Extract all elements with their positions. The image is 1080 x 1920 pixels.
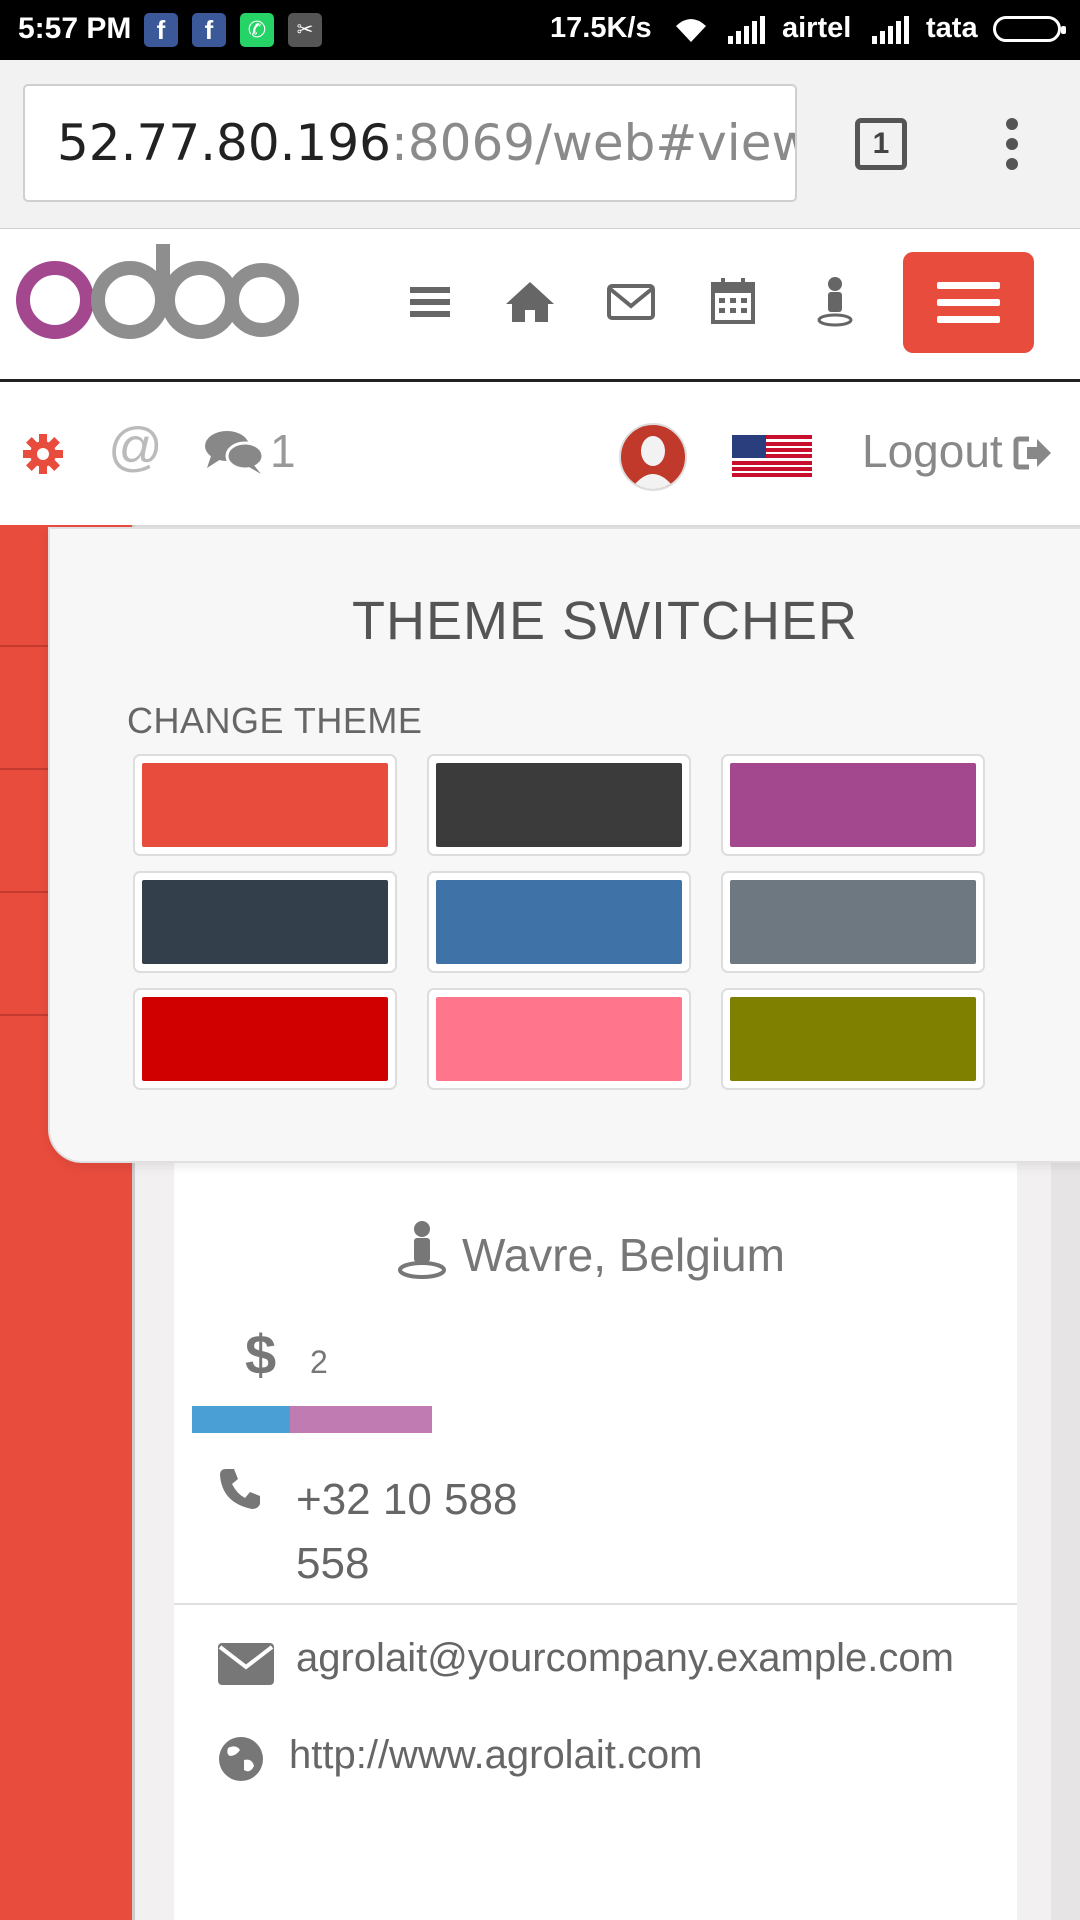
- theme-swatch[interactable]: [133, 871, 397, 973]
- dollar-icon: $: [245, 1323, 277, 1386]
- calendar-icon[interactable]: [703, 272, 763, 332]
- bars-icon[interactable]: [400, 272, 460, 332]
- theme-swatch[interactable]: [427, 754, 691, 856]
- gear-icon[interactable]: [22, 433, 64, 475]
- wifi-icon: [676, 19, 706, 42]
- theme-swatch[interactable]: [133, 754, 397, 856]
- screenshot-icon: ✂: [288, 13, 322, 47]
- carrier-airtel: airtel: [782, 12, 852, 44]
- sign-out-icon[interactable]: [1013, 433, 1053, 473]
- activity-progress-bar: [192, 1406, 432, 1433]
- theme-swatch[interactable]: [721, 754, 985, 856]
- carrier-tata: tata: [926, 12, 978, 44]
- theme-swatch[interactable]: [721, 871, 985, 973]
- location-icon: [398, 1221, 446, 1279]
- us-flag-icon[interactable]: [732, 435, 812, 477]
- url-bar[interactable]: 52.77.80.196:8069/web#view_t: [23, 84, 797, 202]
- contact-location: Wavre, Belgium: [462, 1229, 785, 1281]
- menu-toggle-button[interactable]: [903, 252, 1034, 353]
- globe-icon: [219, 1737, 263, 1781]
- odoo-logo[interactable]: [10, 240, 300, 340]
- signal-icon: [728, 16, 765, 44]
- theme-swatch[interactable]: [133, 988, 397, 1090]
- facebook-icon: f: [192, 13, 226, 47]
- url-path: :8069/web#view_t: [390, 114, 795, 172]
- mentions-button[interactable]: @: [108, 416, 163, 478]
- envelope-icon[interactable]: [601, 272, 661, 332]
- whatsapp-icon: ✆: [240, 13, 274, 47]
- contact-email[interactable]: agrolait@yourcompany.example.com: [296, 1636, 954, 1681]
- chat-count: 1: [270, 425, 296, 477]
- sales-count: 2: [310, 1344, 328, 1380]
- browser-menu-button[interactable]: [998, 118, 1026, 170]
- theme-swatch[interactable]: [721, 988, 985, 1090]
- user-pin-icon[interactable]: [805, 272, 865, 332]
- network-speed: 17.5K/s: [550, 12, 652, 44]
- user-avatar[interactable]: [619, 423, 687, 491]
- mail-icon: [218, 1643, 274, 1685]
- theme-swatch[interactable]: [427, 988, 691, 1090]
- home-icon[interactable]: [500, 272, 560, 332]
- phone-icon: [220, 1469, 260, 1509]
- chat-icon[interactable]: [203, 428, 265, 476]
- status-bar: 5:57 PM f f ✆ ✂ 17.5K/s airtel tata: [0, 0, 1080, 60]
- url-host: 52.77.80.196: [57, 114, 391, 172]
- facebook-icon: f: [144, 13, 178, 47]
- tab-switcher-button[interactable]: 1: [855, 118, 907, 170]
- contact-website[interactable]: http://www.agrolait.com: [289, 1733, 703, 1778]
- panel-title: THEME SWITCHER: [352, 591, 858, 651]
- change-theme-label: CHANGE THEME: [127, 700, 423, 741]
- theme-swatch[interactable]: [427, 871, 691, 973]
- logout-link[interactable]: Logout: [862, 424, 1003, 478]
- contact-phone[interactable]: +32 10 588 558: [296, 1468, 596, 1596]
- signal-icon: [872, 16, 909, 44]
- battery-icon: [993, 16, 1066, 42]
- card-divider: [174, 1603, 1017, 1605]
- status-time: 5:57 PM: [18, 12, 132, 45]
- card-gutter: [1051, 1130, 1080, 1920]
